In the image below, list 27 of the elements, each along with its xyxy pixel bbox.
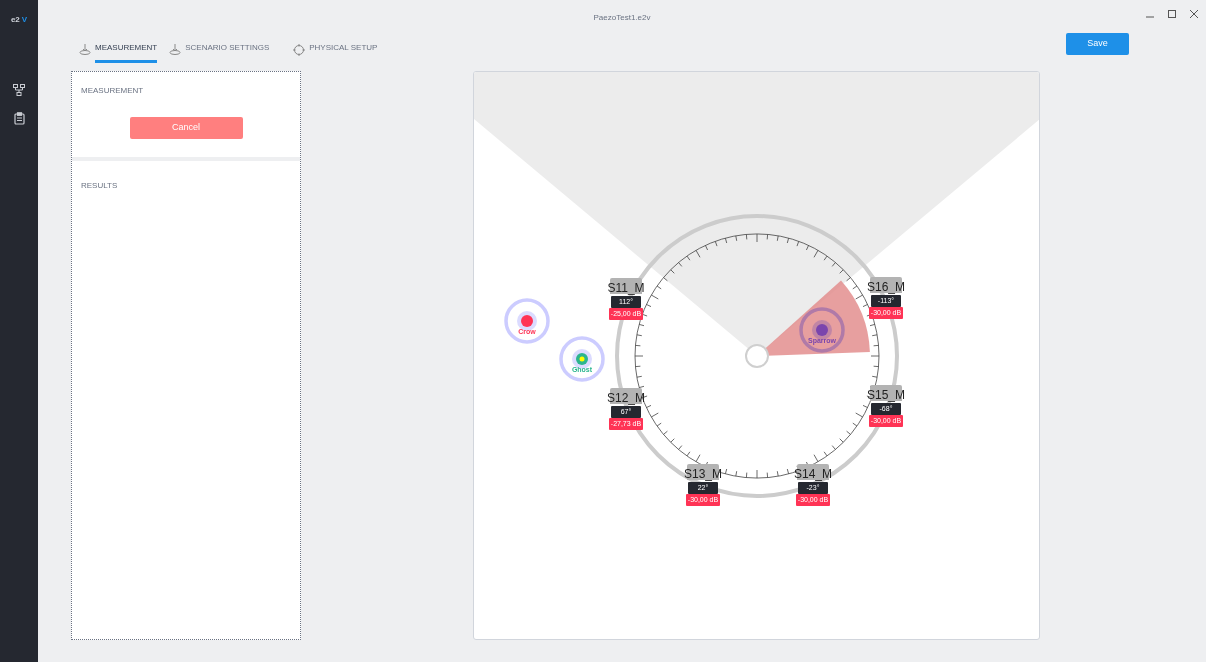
sensor-label: S14_M	[797, 464, 829, 480]
cancel-button[interactable]: Cancel	[129, 117, 243, 139]
antenna-icon	[79, 44, 91, 55]
tab[interactable]: SCENARIO SETTINGS	[185, 36, 270, 63]
window-title: PaezoTest1.e2v	[593, 12, 651, 24]
target-marker[interactable]	[503, 297, 551, 345]
crosshair-icon	[293, 43, 306, 56]
center-marker	[745, 344, 769, 368]
clipboard-icon[interactable]	[13, 112, 25, 125]
logo-mark: V	[21, 14, 28, 26]
maximize-icon[interactable]	[1168, 10, 1176, 18]
save-button[interactable]: Save	[1066, 33, 1129, 55]
antenna-icon	[169, 44, 182, 55]
close-icon[interactable]	[1190, 10, 1198, 18]
target-marker[interactable]	[798, 306, 846, 354]
target-marker[interactable]	[558, 335, 606, 383]
sensor-label: S15_M	[870, 385, 902, 401]
sensor-label: S16_M	[870, 277, 902, 293]
logo-text: e2	[10, 14, 20, 26]
sensor-label: S12_M	[610, 388, 642, 404]
sensor-label: S13_M	[687, 464, 719, 480]
network-icon[interactable]	[13, 84, 25, 96]
tab[interactable]: PHYSICAL SETUP	[309, 36, 378, 63]
section-title: RESULTS	[81, 181, 118, 190]
sensor-label: S11_M	[610, 278, 642, 294]
tab[interactable]: MEASUREMENT	[95, 36, 158, 63]
section-title: MEASUREMENT	[81, 85, 145, 97]
